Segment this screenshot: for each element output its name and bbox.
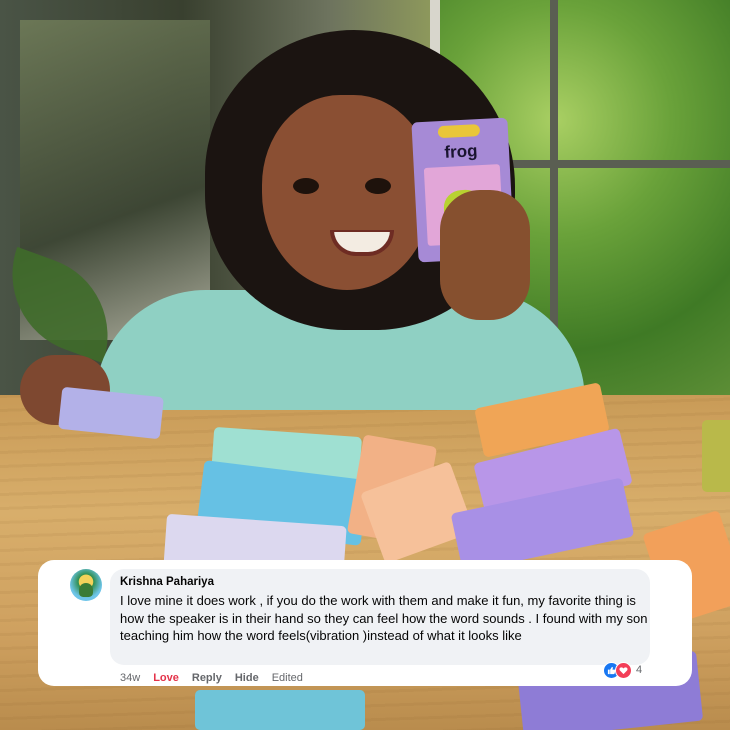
child-eye — [293, 178, 319, 194]
flash-card-word: frog — [443, 141, 478, 162]
child-face — [262, 95, 432, 290]
hide-button[interactable]: Hide — [235, 672, 259, 684]
card-brand-logo — [437, 124, 481, 139]
reaction-summary[interactable]: 4 — [603, 661, 642, 679]
child-eye — [365, 178, 391, 194]
avatar[interactable] — [70, 569, 102, 601]
reply-button[interactable]: Reply — [192, 672, 222, 684]
comment-text: I love mine it does work , if you do the… — [120, 593, 648, 644]
comment-actions: 34w Love Reply Hide Edited — [120, 671, 316, 685]
flash-card — [195, 690, 365, 730]
comment-author[interactable]: Krishna Pahariya — [120, 576, 214, 588]
flash-card — [702, 420, 730, 492]
love-reaction-button[interactable]: Love — [153, 672, 179, 684]
comment-timestamp[interactable]: 34w — [120, 672, 140, 684]
edited-label: Edited — [271, 672, 303, 684]
reaction-count: 4 — [636, 664, 643, 676]
child-hand — [440, 190, 530, 320]
heart-icon — [615, 661, 632, 679]
